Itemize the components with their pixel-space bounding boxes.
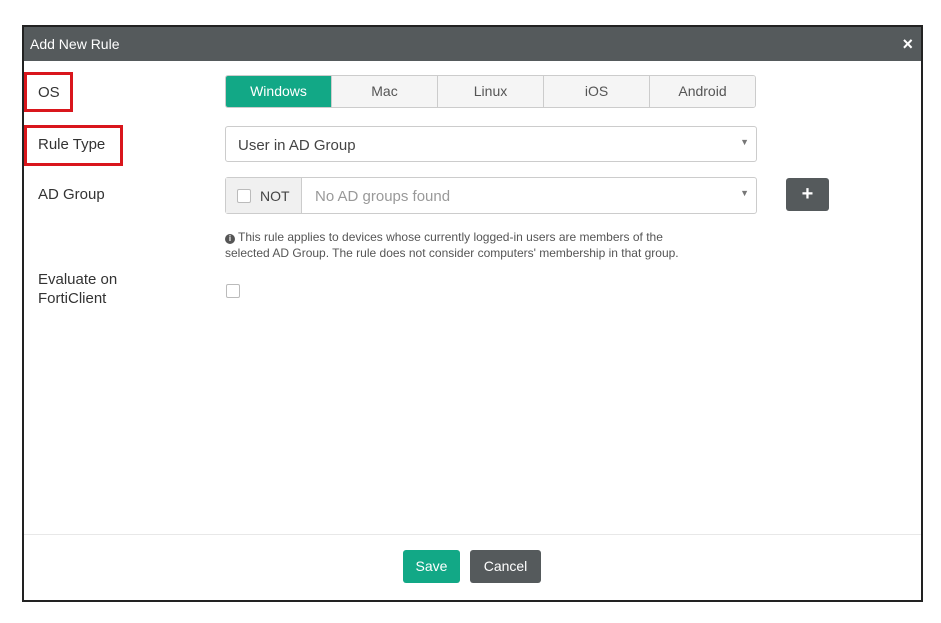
footer-divider xyxy=(24,534,921,535)
evaluate-label-line2: FortiClient xyxy=(38,290,107,307)
evaluate-on-forticlient-checkbox[interactable] xyxy=(226,284,240,298)
os-option-ios[interactable]: iOS xyxy=(543,76,649,107)
dialog-titlebar: Add New Rule × xyxy=(24,27,921,61)
rule-type-label: Rule Type xyxy=(38,136,106,153)
chevron-down-icon: ▼ xyxy=(740,137,749,147)
info-text-line1: This rule applies to devices whose curre… xyxy=(238,230,663,244)
chevron-down-icon: ▼ xyxy=(740,188,749,198)
info-text-line2: selected AD Group. The rule does not con… xyxy=(225,246,679,260)
ad-group-label: AD Group xyxy=(38,186,105,203)
add-ad-group-button[interactable]: + xyxy=(786,178,829,211)
not-toggle[interactable]: NOT xyxy=(226,178,302,213)
cancel-button[interactable]: Cancel xyxy=(470,550,541,583)
os-label: OS xyxy=(38,84,60,101)
os-option-mac[interactable]: Mac xyxy=(331,76,437,107)
add-new-rule-dialog: Add New Rule × OS Windows Mac Linux iOS … xyxy=(22,25,923,602)
close-icon[interactable]: × xyxy=(902,27,913,61)
evaluate-label: Evaluate on FortiClient xyxy=(38,270,117,308)
os-option-android[interactable]: Android xyxy=(649,76,755,107)
info-icon: i xyxy=(225,234,235,244)
os-option-windows[interactable]: Windows xyxy=(226,76,331,107)
os-segmented-control: Windows Mac Linux iOS Android xyxy=(225,75,756,108)
not-label: NOT xyxy=(260,188,290,204)
dialog-title: Add New Rule xyxy=(30,36,120,52)
ad-group-placeholder: No AD groups found xyxy=(315,188,451,205)
os-option-linux[interactable]: Linux xyxy=(437,76,543,107)
rule-type-select[interactable]: User in AD Group ▼ xyxy=(225,126,757,162)
save-button[interactable]: Save xyxy=(403,550,460,583)
info-note: i This rule applies to devices whose curr… xyxy=(225,229,765,261)
not-checkbox[interactable] xyxy=(237,189,251,203)
evaluate-label-line1: Evaluate on xyxy=(38,271,118,288)
rule-type-value: User in AD Group xyxy=(238,137,356,154)
ad-group-select[interactable]: NOT No AD groups found ▼ xyxy=(225,177,757,214)
